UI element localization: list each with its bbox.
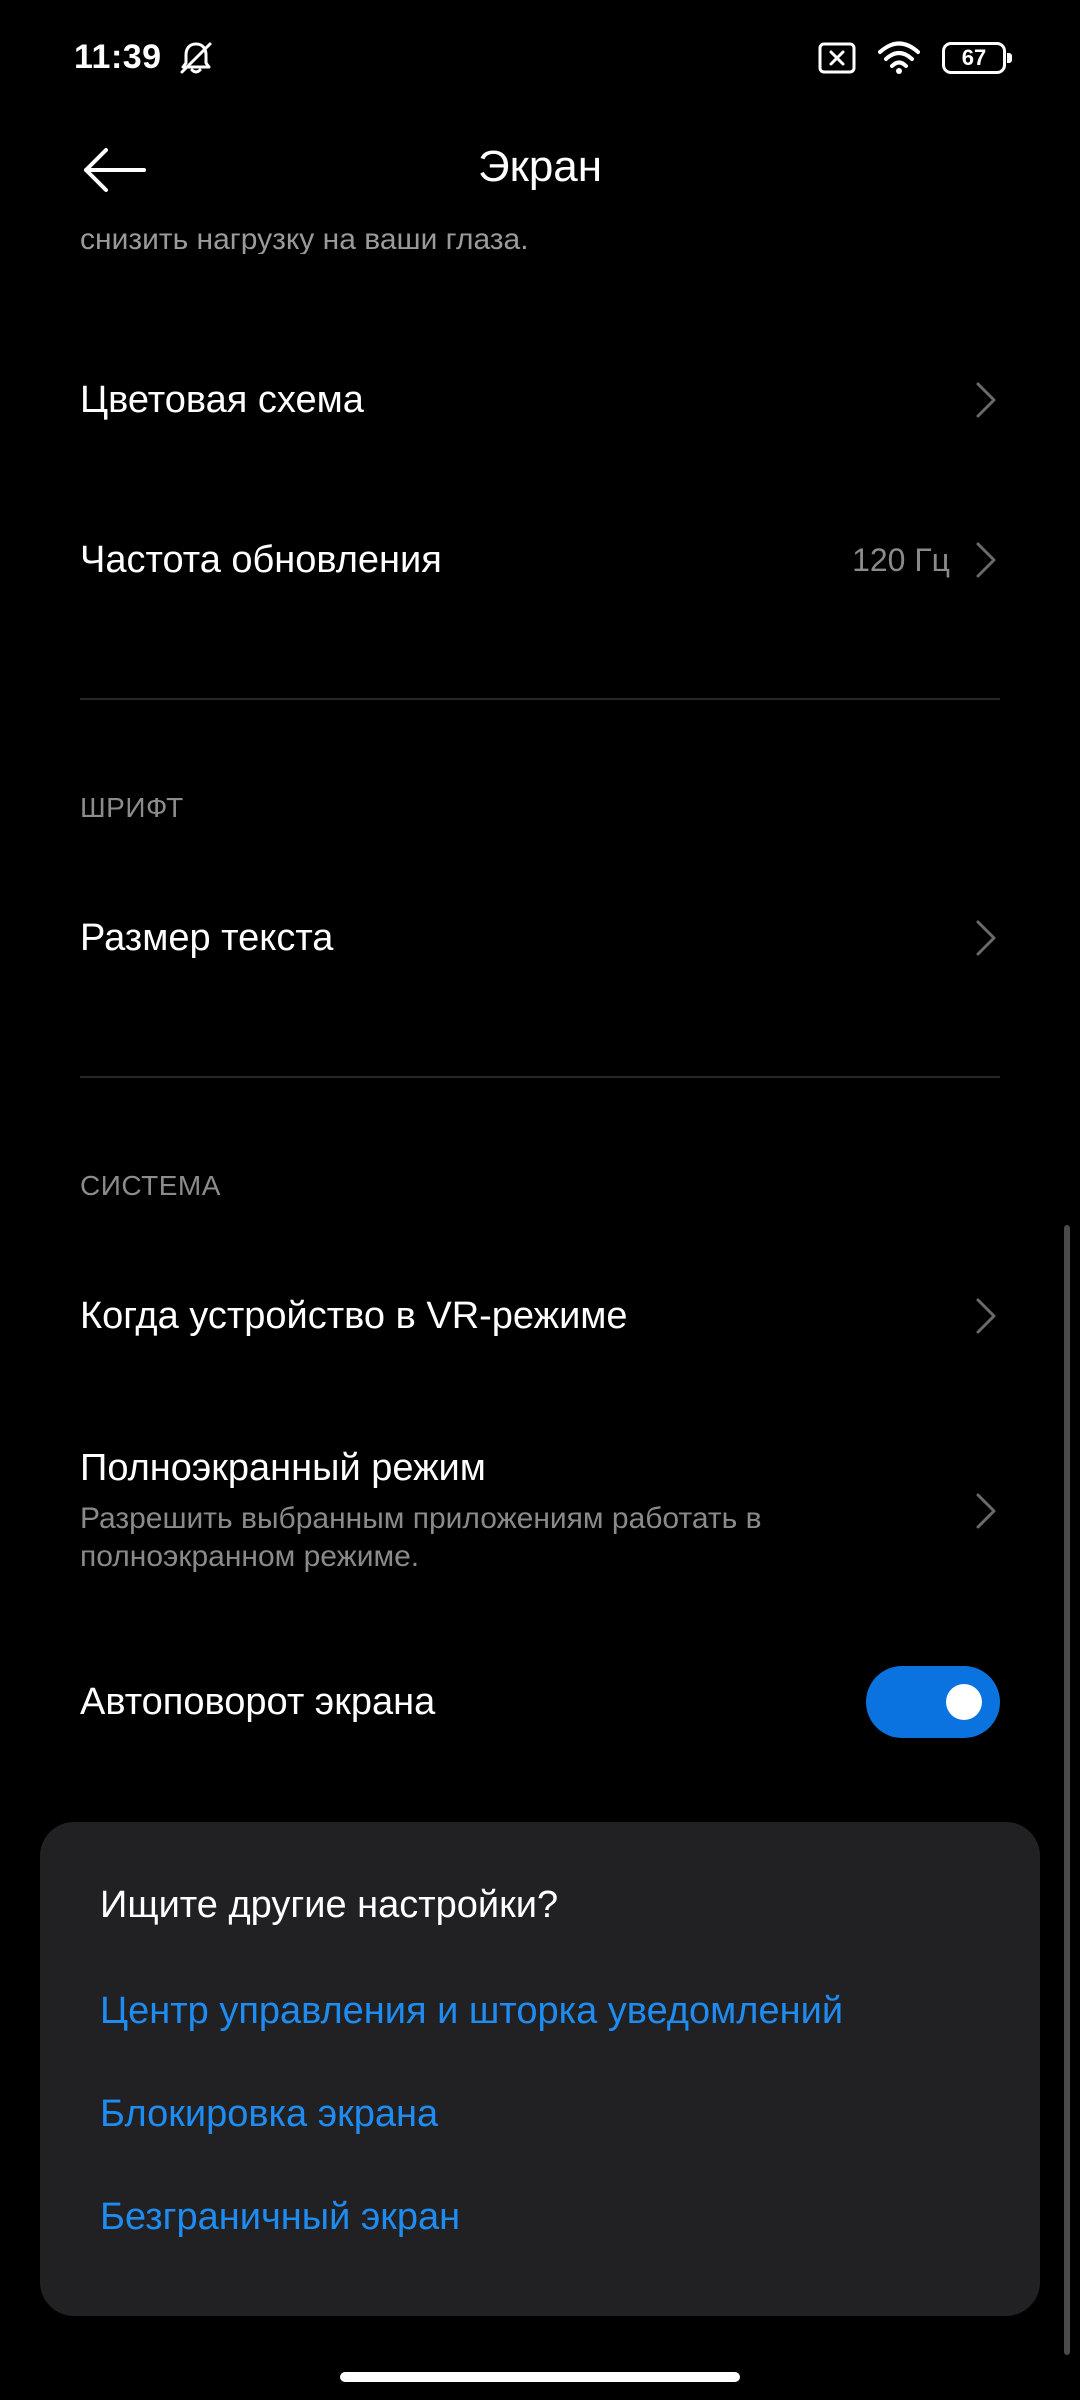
chevron-right-icon [976,542,996,578]
header: Экран [0,120,1080,220]
auto-rotate-row[interactable]: Автоповорот экрана [80,1642,1000,1762]
bell-off-icon [180,42,212,74]
refresh-rate-row[interactable]: Частота обновления 120 Гц [80,500,1000,620]
status-time: 11:39 [74,38,162,76]
toggle-knob [946,1684,982,1720]
wifi-icon [878,41,920,74]
home-indicator[interactable] [340,2372,740,2382]
chevron-right-icon [976,382,996,418]
text-size-label: Размер текста [80,916,334,959]
status-icons: 67 [818,38,1012,78]
suggest-title: Ищите другие настройки? [100,1884,559,1926]
scrollbar[interactable] [1064,1225,1070,2355]
color-scheme-row[interactable]: Цветовая схема [80,340,1000,460]
vr-mode-row[interactable]: Когда устройство в VR-режиме [80,1256,1000,1376]
section-header-system: СИСТЕМА [80,1170,221,1201]
fullscreen-row[interactable]: Полноэкранный режим Разрешить выбранным … [80,1436,1000,1586]
auto-rotate-label: Автоповорот экрана [80,1680,436,1723]
chevron-right-icon [976,1298,996,1334]
refresh-rate-label: Частота обновления [80,538,442,581]
link-control-center[interactable]: Центр управления и шторка уведомлений [100,1990,843,2033]
link-lock-screen[interactable]: Блокировка экрана [100,2093,438,2136]
link-borderless-screen[interactable]: Безграничный экран [100,2196,460,2239]
color-scheme-label: Цветовая схема [80,378,364,421]
fullscreen-label: Полноэкранный режим [80,1446,486,1489]
auto-rotate-toggle[interactable] [866,1666,1000,1738]
partially-hidden-description: снизить нагрузку на ваши глаза. [80,223,529,254]
fullscreen-subtitle: Разрешить выбранным приложениям работать… [80,1501,762,1573]
fullscreen-texts: Полноэкранный режим Разрешить выбранным … [80,1447,972,1576]
section-header-font: ШРИФТ [80,792,184,823]
vr-mode-label: Когда устройство в VR-режиме [80,1294,628,1337]
status-bar: 11:39 67 [0,0,1080,120]
chevron-right-icon [976,920,996,956]
battery-level: 67 [961,45,987,70]
suggest-card: Ищите другие настройки? Центр управления… [40,1822,1040,2316]
sim-x-icon [818,42,856,74]
refresh-rate-value: 120 Гц [852,541,950,578]
section-divider [80,1076,1000,1078]
section-divider [80,698,1000,700]
text-size-row[interactable]: Размер текста [80,878,1000,998]
page-title: Экран [477,142,603,191]
battery-icon: 67 [942,42,1012,74]
chevron-right-icon [976,1493,996,1529]
